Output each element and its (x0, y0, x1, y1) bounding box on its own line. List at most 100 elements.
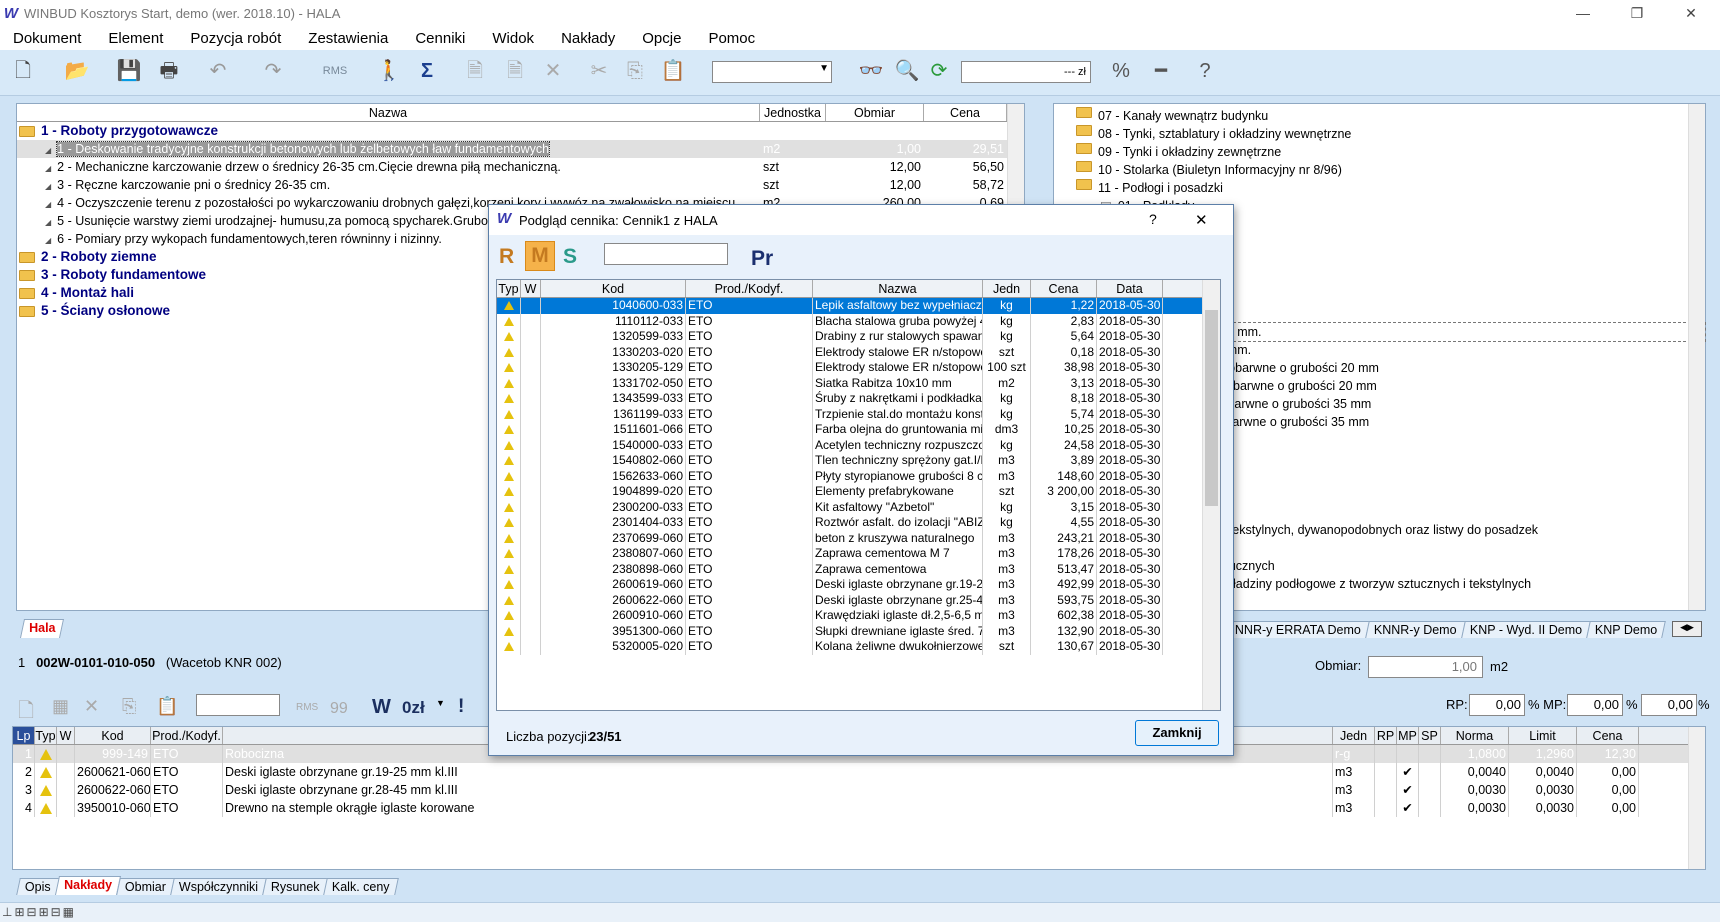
naklady-col[interactable]: Norma (1441, 727, 1509, 744)
tree-row[interactable]: ◢ 2 - Mechaniczne karczowanie drzew o śre… (17, 158, 1024, 176)
naklady-row[interactable]: 2 2600621-060 ETO Deski iglaste obrzynane g… (13, 763, 1705, 781)
zl-dropdown-icon[interactable]: ▼ (436, 698, 445, 708)
bottom-tool-icon[interactable]: ▦ (52, 696, 69, 717)
price-row[interactable]: 2300200-033 ETO Kit asfaltowy "Azbetol" kg 3… (497, 499, 1220, 515)
paste-icon[interactable]: 📋 (658, 56, 688, 86)
tree-row[interactable]: 1 - Roboty przygotowawcze (17, 122, 1024, 140)
price-row[interactable]: 2600910-060 ETO Krawędziaki iglaste dł.2,5… (497, 608, 1220, 624)
dialog-col[interactable]: Jedn (983, 280, 1031, 297)
tree-row[interactable]: ◢ 3 - Ręczne karczowanie pni o średnicy 2… (17, 176, 1024, 194)
tab-bottom-0[interactable]: Opis (16, 878, 60, 895)
refresh-icon[interactable]: ⟳ (924, 56, 954, 86)
bottom-99-icon[interactable]: 99 (330, 700, 348, 718)
price-row[interactable]: 1330205-129 ETO Elektrody stalowe ER n/sto… (497, 360, 1220, 376)
price-row[interactable]: 1343599-033 ETO Śruby z nakrętkami i podkł… (497, 391, 1220, 407)
obmiar-input[interactable]: 1,00 (1368, 656, 1483, 678)
dialog-col[interactable]: Kod (541, 280, 686, 297)
menu-opcje[interactable]: Opcje (642, 30, 681, 47)
price-row[interactable]: 1110112-033 ETO Blacha stalowa gruba powyż… (497, 313, 1220, 329)
catalog-row[interactable]: 11 - Podłogi i posadzki (1054, 179, 1705, 197)
price-row[interactable]: 1320599-033 ETO Drabiny z rur stalowych sp… (497, 329, 1220, 345)
price-row[interactable]: 2301404-033 ETO Roztwór asfalt. do izolacj… (497, 515, 1220, 531)
col-obmiar[interactable]: Obmiar (826, 104, 924, 121)
find-replace-icon[interactable]: 🔍 (892, 56, 922, 86)
p-doc-icon[interactable]: 🗎 (500, 56, 530, 86)
dialog-col[interactable]: W (521, 280, 541, 297)
tab-bottom-1[interactable]: Nakłady (54, 876, 121, 895)
expand-triangle-icon[interactable]: ◢ (45, 196, 51, 212)
person-icon[interactable]: 🚶 (374, 56, 404, 86)
naklady-col[interactable]: Prod./Kodyf. (151, 727, 223, 744)
naklady-col[interactable]: MP (1397, 727, 1419, 744)
col-cena[interactable]: Cena (924, 104, 1007, 121)
s-filter-button[interactable]: S (563, 245, 577, 269)
restore-button[interactable]: ❐ (1614, 0, 1660, 26)
sp-input[interactable]: 0,00 (1641, 694, 1697, 716)
col-nazwa[interactable]: Nazwa (17, 104, 760, 121)
price-row[interactable]: 1331702-050 ETO Siatka Rabitza 10x10 mm m2 3… (497, 375, 1220, 391)
naklady-col[interactable]: Cena (1577, 727, 1639, 744)
price-row[interactable]: 1361199-033 ETO Trzpienie stal.do montażu … (497, 406, 1220, 422)
price-row[interactable]: 2370699-060 ETO beton z kruszywa naturalne… (497, 530, 1220, 546)
minimize-button[interactable]: — (1560, 0, 1606, 26)
currency-input[interactable]: --- zł (961, 61, 1091, 83)
bottom-paste-icon[interactable]: 📋 (156, 696, 178, 717)
price-row[interactable]: 1540000-033 ETO Acetylen techniczny rozpus… (497, 437, 1220, 453)
r-filter-button[interactable]: R (499, 245, 514, 269)
redo-icon[interactable]: ↷ (258, 56, 288, 86)
price-row[interactable]: 1040600-033 ETO Lepik asfaltowy bez wypełn… (497, 298, 1220, 314)
menu-widok[interactable]: Widok (492, 30, 534, 47)
dialog-close-icon[interactable]: ✕ (1195, 211, 1208, 229)
expand-triangle-icon[interactable]: ◢ (45, 232, 51, 248)
pr-button[interactable]: Pr (751, 247, 773, 271)
bottom-rms-icon[interactable]: RMS (296, 702, 318, 713)
delete-icon[interactable]: ✕ (538, 56, 568, 86)
print-icon[interactable]: 🖶 (154, 56, 184, 86)
price-row[interactable]: 3951300-060 ETO Słupki drewniane iglaste ś… (497, 623, 1220, 639)
w-button[interactable]: W (372, 696, 391, 719)
naklady-col[interactable]: SP (1419, 727, 1441, 744)
new-document-icon[interactable]: 🗋 (8, 56, 38, 86)
menu-cenniki[interactable]: Cenniki (415, 30, 465, 47)
rp-input[interactable]: 0,00 (1469, 694, 1525, 716)
price-row[interactable]: 1904899-020 ETO Elementy prefabrykowane szt… (497, 484, 1220, 500)
dialog-col[interactable]: Prod./Kodyf. (686, 280, 813, 297)
price-row[interactable]: 5320005-020 ETO Kolana żeliwne dwukołnierz… (497, 639, 1220, 655)
cut-icon[interactable]: ✂ (584, 56, 614, 86)
percent-icon[interactable]: % (1106, 56, 1136, 86)
catalog-row[interactable]: 08 - Tynki, sztablatury i okładziny wewn… (1054, 125, 1705, 143)
naklady-col[interactable]: RP (1375, 727, 1397, 744)
dialog-col[interactable]: Cena (1031, 280, 1097, 297)
dialog-col[interactable]: Data (1097, 280, 1163, 297)
save-icon[interactable]: 💾 (114, 56, 144, 86)
naklady-col[interactable]: Kod (75, 727, 151, 744)
naklady-col[interactable]: Lp (13, 727, 35, 744)
catalog-scrollbar[interactable] (1688, 104, 1705, 610)
catalog-row[interactable]: 10 - Stolarka (Biuletyn Informacyjny nr … (1054, 161, 1705, 179)
price-row[interactable]: 2380807-060 ETO Zaprawa cementowa M 7 m3 178… (497, 546, 1220, 562)
dialog-col[interactable]: Typ (497, 280, 521, 297)
tab-bottom-5[interactable]: Kalk. ceny (323, 878, 399, 895)
tab-nav-arrows[interactable]: ◀▶ (1672, 621, 1702, 637)
rms-icon[interactable]: RMS (320, 56, 350, 86)
price-row[interactable]: 1330203-020 ETO Elektrody stalowe ER n/sto… (497, 344, 1220, 360)
expand-triangle-icon[interactable]: ◢ (45, 160, 51, 176)
tab-bottom-3[interactable]: Współczynniki (169, 878, 267, 895)
bottom-delete-icon[interactable]: ✕ (84, 696, 99, 717)
price-row[interactable]: 2600622-060 ETO Deski iglaste obrzynane gr… (497, 592, 1220, 608)
price-row[interactable]: 1562633-060 ETO Płyty styropianowe grubośc… (497, 468, 1220, 484)
expand-triangle-icon[interactable]: ◢ (45, 142, 51, 158)
col-jednostka[interactable]: Jednostka (760, 104, 826, 121)
menu-naklady[interactable]: Nakłady (561, 30, 615, 47)
dialog-help-button[interactable]: ? (1149, 211, 1157, 227)
menu-dokument[interactable]: Dokument (13, 30, 81, 47)
naklady-row[interactable]: 4 3950010-060 ETO Drewno na stemple okrągłe… (13, 799, 1705, 817)
naklady-row[interactable]: 3 2600622-060 ETO Deski iglaste obrzynane g… (13, 781, 1705, 799)
tab-hala[interactable]: Hala (19, 619, 65, 638)
dialog-col[interactable]: Nazwa (813, 280, 983, 297)
menu-pomoc[interactable]: Pomoc (708, 30, 755, 47)
help-pointer-icon[interactable]: ? (1190, 56, 1220, 86)
exclamation-button[interactable]: ! (458, 696, 464, 718)
naklady-col[interactable]: W (57, 727, 75, 744)
mp-input[interactable]: 0,00 (1567, 694, 1623, 716)
